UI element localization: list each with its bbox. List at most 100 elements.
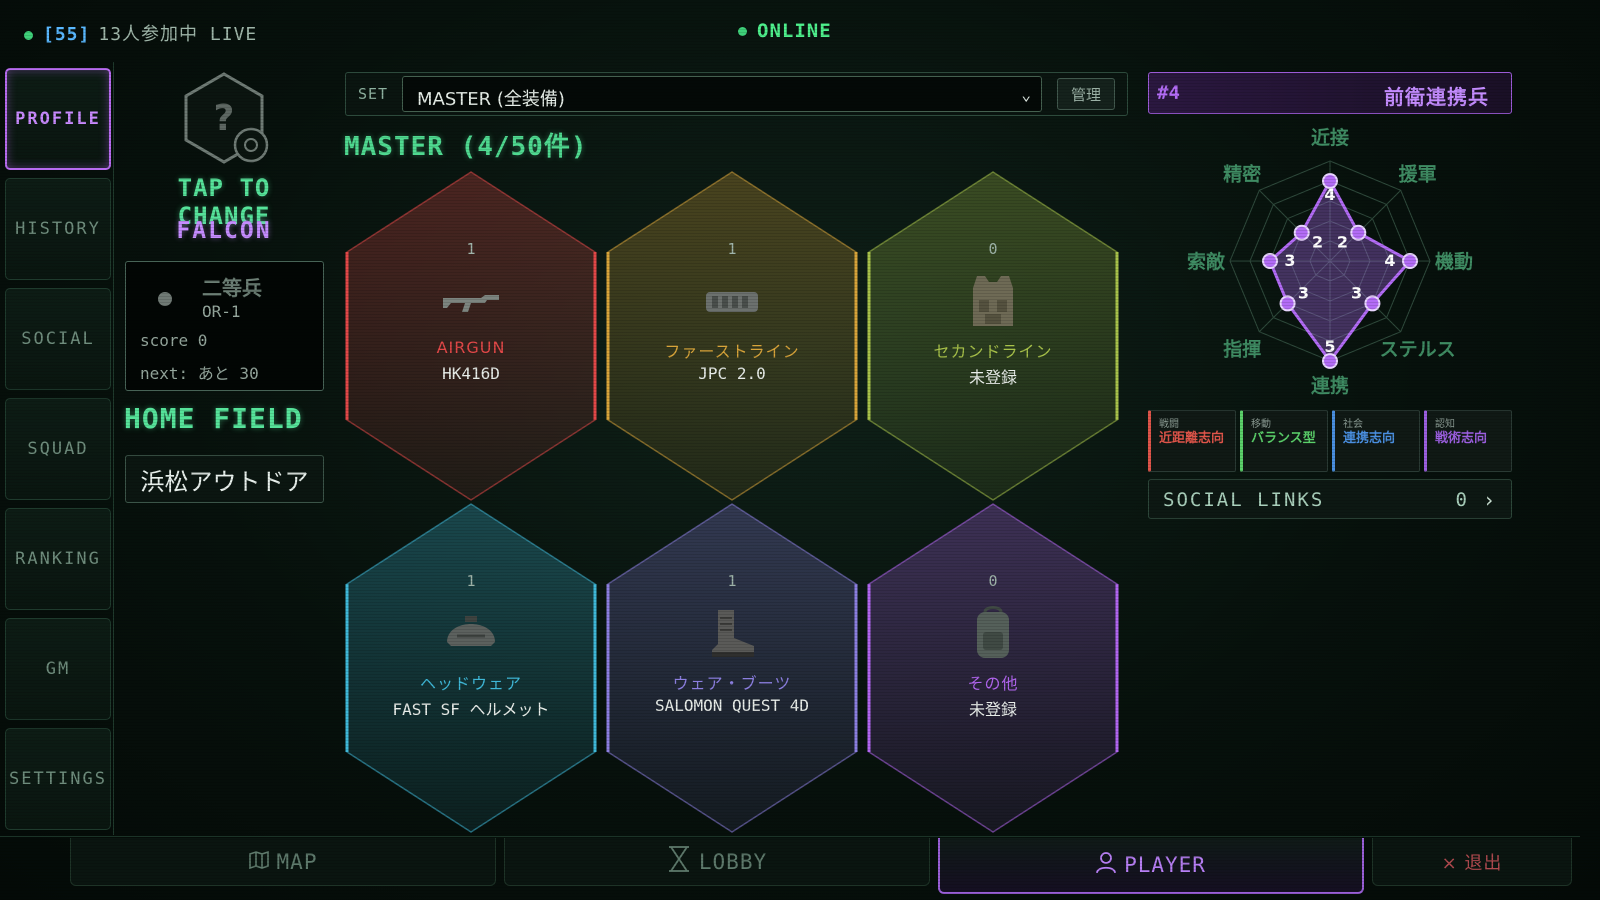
user-icon [1096, 851, 1116, 879]
lobby-label: LOBBY [698, 849, 768, 874]
hex-frame [867, 503, 1119, 833]
equipment-count: 0 [988, 240, 998, 258]
bottom-nav-player[interactable]: PLAYER [938, 838, 1364, 894]
equipment-count: 1 [466, 572, 476, 590]
equipment-category: その他 [967, 674, 1019, 693]
social-links-button[interactable]: SOCIAL LINKS 0 › [1148, 479, 1512, 519]
trait-category: 社会 [1343, 419, 1363, 430]
equipment-card[interactable]: 0 その他 未登録 [867, 502, 1119, 834]
rifle-icon [441, 272, 501, 330]
trait-tag: 社会 連携志向 [1332, 410, 1420, 472]
live-dot-icon [24, 30, 33, 40]
player-title-number: #4 [1157, 82, 1180, 104]
equipment-card[interactable]: 1 ヘッドウェア FAST SF ヘルメット [345, 502, 597, 834]
radar-value-label: 2 [1312, 233, 1323, 252]
hex-frame [606, 503, 858, 833]
radar-axis-label: 援軍 [1399, 162, 1437, 185]
set-select-value: MASTER (全装備) [417, 89, 565, 110]
stats-radar-chart: 42435332近接援軍機動ステルス連携指揮索敵精密 [1187, 127, 1473, 397]
room-id: [55] [43, 24, 91, 45]
equipment-category: ウェア・ブーツ [672, 674, 792, 693]
live-status: [55] 13人参加中 LIVE [24, 20, 257, 46]
radar-point [1364, 295, 1381, 312]
callsign: FALCON [176, 218, 272, 244]
bottom-divider [0, 836, 1580, 837]
manage-button[interactable]: 管理 [1057, 78, 1115, 110]
set-label: SET [358, 85, 389, 103]
trait-tag: 移動 バランス型 [1240, 410, 1328, 472]
trait-value: 戦術志向 [1435, 431, 1488, 446]
rank-next: next: あと 30 [140, 364, 259, 383]
nav-profile[interactable]: PROFILE [5, 68, 111, 170]
chevron-right-icon: › [1482, 488, 1495, 512]
equipment-card[interactable]: 1 AIRGUN HK416D [345, 170, 597, 502]
nav-social[interactable]: SOCIAL [5, 288, 111, 390]
online-dot-icon [738, 27, 747, 36]
radar-axis-label: 精密 [1223, 162, 1261, 185]
avatar[interactable]: ? [178, 72, 270, 164]
radar-point [1293, 224, 1310, 241]
boot-icon [702, 604, 762, 662]
live-label: LIVE [209, 24, 258, 45]
player-title-badge[interactable]: #4 前衛連携兵 [1148, 72, 1512, 114]
hex-frame [345, 503, 597, 833]
nav-squad[interactable]: SQUAD [5, 398, 111, 500]
online-label: ONLINE [757, 20, 832, 42]
radar-value-label: 4 [1384, 251, 1395, 270]
camera-icon [233, 127, 269, 163]
equipment-card[interactable]: 0 セカンドライン 未登録 [867, 170, 1119, 502]
trait-tags: 戦闘 近距離志向 移動 バランス型 社会 連携志向 認知 戦術志向 [1148, 410, 1512, 472]
radar-axis-label: 指揮 [1223, 339, 1261, 361]
rank-insignia-icon [158, 292, 172, 306]
radar-point [1350, 224, 1367, 241]
hourglass-icon [667, 846, 691, 877]
nav-gm[interactable]: GM [5, 618, 111, 720]
trait-category: 戦闘 [1159, 419, 1179, 430]
equipment-category: セカンドライン [933, 342, 1053, 361]
avatar-hex-icon: ? [184, 72, 269, 164]
plate-carrier-icon [702, 272, 762, 330]
hex-frame [606, 171, 858, 501]
home-field-value[interactable]: 浜松アウトドア [125, 455, 324, 503]
radar-axis-label: 近接 [1311, 127, 1349, 149]
set-select[interactable]: MASTER (全装備) ⌄ [402, 76, 1042, 112]
radar-value-label: 3 [1284, 251, 1295, 270]
exit-button[interactable]: × 退出 [1372, 838, 1572, 886]
participant-count: 13人参加中 [98, 24, 199, 45]
equipment-card[interactable]: 1 ファーストライン JPC 2.0 [606, 170, 858, 502]
backpack-icon [963, 604, 1023, 662]
home-field-title: HOME FIELD [124, 402, 303, 435]
nav-history[interactable]: HISTORY [5, 178, 111, 280]
avatar-placeholder: ? [214, 98, 235, 139]
bottom-nav-lobby[interactable]: LOBBY [504, 838, 930, 886]
map-icon [248, 850, 269, 874]
trait-category: 認知 [1435, 419, 1455, 430]
nav-settings[interactable]: SETTINGS [5, 728, 111, 830]
radar-value-area [1268, 177, 1413, 364]
equipment-category: ファーストライン [664, 342, 800, 361]
trait-tag: 戦闘 近距離志向 [1148, 410, 1236, 472]
radar-point [1262, 253, 1278, 269]
radar-point [1322, 353, 1338, 369]
trait-tag: 認知 戦術志向 [1424, 410, 1512, 472]
radar-point [1279, 295, 1296, 312]
trait-value: 近距離志向 [1159, 431, 1225, 446]
helmet-icon [441, 604, 501, 662]
equipment-name: HK416D [442, 364, 500, 383]
social-links-label: SOCIAL LINKS [1163, 489, 1325, 511]
equipment-card[interactable]: 1 ウェア・ブーツ SALOMON QUEST 4D [606, 502, 858, 834]
player-label: PLAYER [1124, 853, 1206, 877]
rank-score: score 0 [140, 331, 208, 350]
social-links-count: 0 [1455, 489, 1467, 511]
radar-point [1402, 253, 1418, 269]
equipment-category: AIRGUN [436, 338, 506, 357]
radar-axis-label: 索敵 [1187, 250, 1226, 273]
loadout-title: MASTER (4/50件) [344, 132, 588, 162]
player-title: 前衛連携兵 [1384, 85, 1489, 109]
equipment-count: 0 [988, 572, 998, 590]
bottom-nav-map[interactable]: MAP [70, 838, 496, 886]
equipment-name: 未登録 [968, 368, 1017, 387]
nav-ranking[interactable]: RANKING [5, 508, 111, 610]
rank-code: OR-1 [202, 302, 241, 321]
rank-card: 二等兵 OR-1 score 0 next: あと 30 [125, 261, 324, 391]
